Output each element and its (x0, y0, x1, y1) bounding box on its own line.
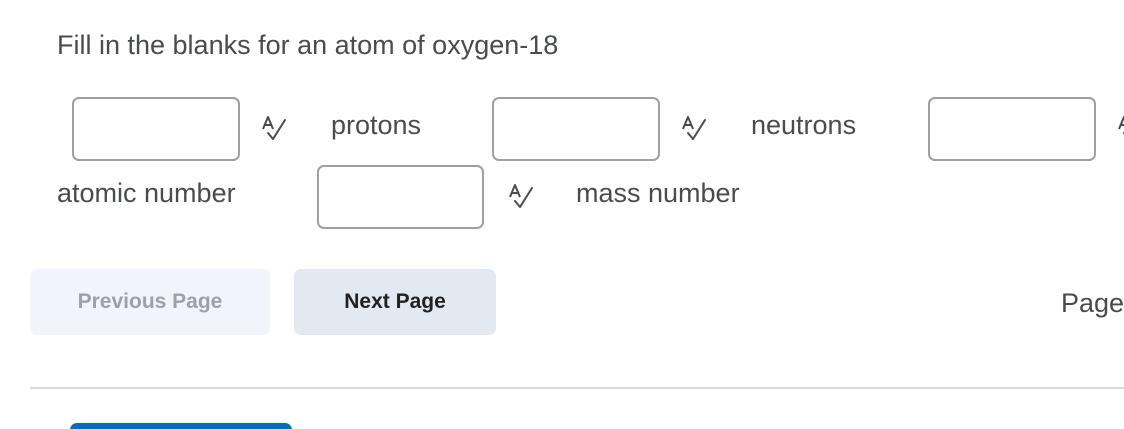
quiz-page: Fill in the blanks for an atom of oxygen… (0, 0, 1124, 429)
primary-action-button[interactable] (70, 423, 292, 429)
next-page-button[interactable]: Next Page (294, 269, 496, 335)
blank-input-3[interactable] (928, 97, 1096, 161)
spell-check-icon[interactable] (681, 116, 709, 140)
question-text: Fill in the blanks for an atom of oxygen… (57, 30, 559, 60)
atomic-number-label: atomic number (57, 178, 236, 208)
spell-check-icon[interactable] (508, 184, 536, 208)
mass-number-label: mass number (576, 178, 740, 208)
page-indicator: Page (1061, 288, 1124, 318)
previous-page-button[interactable]: Previous Page (30, 269, 270, 335)
neutrons-label: neutrons (751, 110, 857, 140)
blank-input-1[interactable] (72, 97, 240, 161)
blank-input-4[interactable] (317, 165, 484, 229)
spell-check-icon[interactable] (1117, 116, 1124, 140)
spell-check-icon[interactable] (261, 116, 289, 140)
divider (30, 387, 1124, 389)
blank-input-2[interactable] (492, 97, 660, 161)
protons-label: protons (331, 110, 422, 140)
